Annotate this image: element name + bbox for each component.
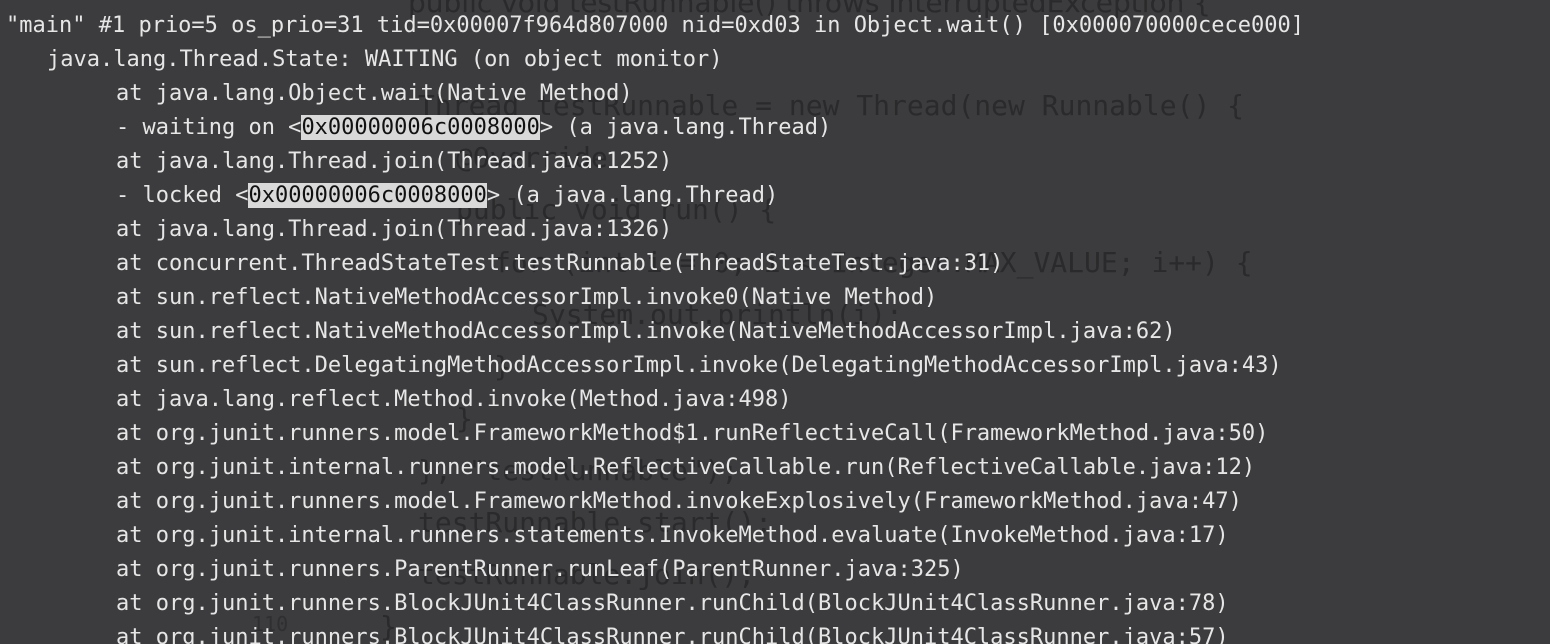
monitor-address-highlight[interactable]: 0x00000006c0008000 xyxy=(301,115,540,140)
stack-frame: at org.junit.runners.model.FrameworkMeth… xyxy=(116,489,1242,514)
stack-frame: at org.junit.runners.model.FrameworkMeth… xyxy=(116,421,1269,446)
thread-dump: "main" #1 prio=5 os_prio=31 tid=0x00007f… xyxy=(6,9,1304,644)
stack-frame: at org.junit.runners.ParentRunner.runLea… xyxy=(116,557,964,582)
stack-frame-locked: - locked <0x00000006c0008000> (a java.la… xyxy=(6,179,1304,213)
monitor-address-highlight[interactable]: 0x00000006c0008000 xyxy=(248,183,487,208)
terminal-screen: public void testRunnable() throws Interr… xyxy=(0,0,1550,644)
frame-prefix: - locked < xyxy=(116,183,249,208)
stack-frame: at org.junit.internal.runners.statements… xyxy=(116,523,1229,548)
stack-frame: at org.junit.internal.runners.model.Refl… xyxy=(116,455,1256,480)
stack-frame: at java.lang.Thread.join(Thread.java:125… xyxy=(116,149,673,174)
stack-frame: at sun.reflect.DelegatingMethodAccessorI… xyxy=(116,353,1282,378)
stack-frame: at concurrent.ThreadStateTest.testRunnab… xyxy=(116,251,1004,276)
stack-frame: at java.lang.Object.wait(Native Method) xyxy=(116,81,633,106)
frame-suffix: > (a java.lang.Thread) xyxy=(486,183,779,208)
stack-frame: at org.junit.runners.BlockJUnit4ClassRun… xyxy=(116,591,1229,616)
stack-frame: at sun.reflect.NativeMethodAccessorImpl.… xyxy=(116,319,1176,344)
stack-frame: at sun.reflect.NativeMethodAccessorImpl.… xyxy=(116,285,938,310)
thread-state: java.lang.Thread.State: WAITING (on obje… xyxy=(47,47,723,72)
thread-header: "main" #1 prio=5 os_prio=31 tid=0x00007f… xyxy=(6,13,1305,38)
stack-frame-waiting-on: - waiting on <0x00000006c0008000> (a jav… xyxy=(6,111,1304,145)
stack-frame: at java.lang.reflect.Method.invoke(Metho… xyxy=(116,387,792,412)
stack-frame: at org.junit.runners.BlockJUnit4ClassRun… xyxy=(116,625,1229,644)
frame-suffix: > (a java.lang.Thread) xyxy=(539,115,832,140)
frame-prefix: - waiting on < xyxy=(116,115,302,140)
stack-frame: at java.lang.Thread.join(Thread.java:132… xyxy=(116,217,673,242)
